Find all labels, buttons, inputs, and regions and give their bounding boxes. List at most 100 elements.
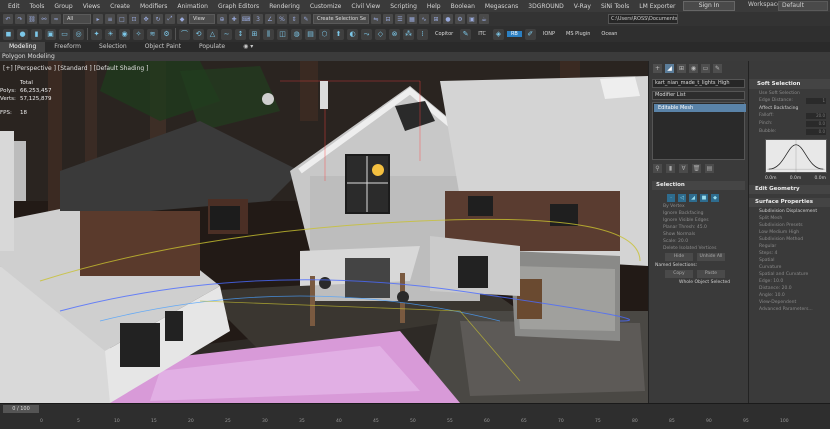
- menu-views[interactable]: Views: [78, 3, 105, 10]
- window-crossing-icon[interactable]: ⊡: [129, 14, 139, 24]
- polygon-icon[interactable]: ■: [700, 194, 708, 202]
- lathe-icon[interactable]: ◐: [347, 28, 358, 40]
- keyboard-shortcut-icon[interactable]: ⌨: [241, 14, 251, 24]
- place-icon[interactable]: ◆: [177, 14, 187, 24]
- soft-selection-param[interactable]: Use Soft Selection: [749, 89, 830, 96]
- hierarchy-tab-icon[interactable]: ⊞: [677, 64, 686, 73]
- surface-param[interactable]: View-Dependent: [749, 298, 830, 305]
- display-tab-icon[interactable]: ▭: [701, 64, 710, 73]
- surface-param[interactable]: Subdivision Presets: [749, 221, 830, 228]
- tab-populate[interactable]: Populate: [190, 42, 234, 52]
- delete-isolated-checkbox[interactable]: Delete Isolated Vertices: [649, 244, 748, 251]
- material-editor-icon[interactable]: ●: [443, 14, 453, 24]
- pivot-icon[interactable]: ⊕: [217, 14, 227, 24]
- ms-plugin-button[interactable]: MS Plugin: [562, 31, 594, 37]
- menu-v-ray[interactable]: V-Ray: [569, 3, 596, 10]
- modifier-list-dropdown[interactable]: Modifier List: [652, 91, 745, 100]
- menu-customize[interactable]: Customize: [305, 3, 347, 10]
- ignore-backfacing-checkbox[interactable]: Ignore Backfacing: [649, 209, 748, 216]
- systems-icon[interactable]: ⚙: [161, 28, 172, 40]
- create-geometry-icon[interactable]: ◼: [3, 28, 14, 40]
- param-value[interactable]: 1: [806, 98, 826, 104]
- symmetry-icon[interactable]: ⫼: [263, 28, 274, 40]
- shell-icon[interactable]: ◫: [277, 28, 288, 40]
- plane-icon[interactable]: ▭: [59, 28, 70, 40]
- surface-param[interactable]: Edge: 10.0: [749, 277, 830, 284]
- menu-graph-editors[interactable]: Graph Editors: [213, 3, 264, 10]
- surface-param[interactable]: Spatial: [749, 256, 830, 263]
- copitor-button[interactable]: Copitor: [431, 31, 457, 37]
- undo-icon[interactable]: ↶: [3, 14, 13, 24]
- sign-in-button[interactable]: Sign In: [683, 1, 735, 11]
- schematic-view-icon[interactable]: ⊞: [431, 14, 441, 24]
- cylinder-icon[interactable]: ▮: [31, 28, 42, 40]
- menu-tools[interactable]: Tools: [25, 3, 50, 10]
- helper-icon[interactable]: ✧: [133, 28, 144, 40]
- snap-icon[interactable]: 3: [253, 14, 263, 24]
- menu-help[interactable]: Help: [422, 3, 446, 10]
- itc-button[interactable]: ITC: [474, 31, 490, 37]
- percent-snap-icon[interactable]: %: [277, 14, 287, 24]
- remove-modifier-icon[interactable]: 🗑: [692, 164, 701, 173]
- planar-thresh-field[interactable]: Planar Thresh: 45.0: [649, 223, 748, 230]
- surface-param[interactable]: Distance: 20.0: [749, 284, 830, 291]
- spacewarp-icon[interactable]: ≋: [147, 28, 158, 40]
- param-value[interactable]: 0.0: [806, 129, 826, 135]
- ocean-button[interactable]: Ocean: [597, 31, 621, 37]
- selection-rollout-header[interactable]: Selection: [652, 181, 745, 190]
- menu-megascans[interactable]: Megascans: [480, 3, 523, 10]
- ignore-visible-edges-checkbox[interactable]: Ignore Visible Edges: [649, 216, 748, 223]
- soft-selection-param[interactable]: Bubble: 0.0: [749, 127, 830, 135]
- boolean-icon[interactable]: ⊗: [389, 28, 400, 40]
- rendered-frame-icon[interactable]: ▣: [467, 14, 477, 24]
- menu-create[interactable]: Create: [105, 3, 135, 10]
- ribbon-options-icon[interactable]: ◉ ▾: [234, 42, 262, 52]
- named-selection-sets[interactable]: Create Selection Se: [313, 14, 369, 24]
- surface-param[interactable]: Subdivision Method: [749, 235, 830, 242]
- tab-modeling[interactable]: Modeling: [0, 42, 46, 52]
- toggle-ribbon-icon[interactable]: ▦: [407, 14, 417, 24]
- time-slider[interactable]: 0 / 100: [3, 405, 39, 413]
- torus-icon[interactable]: ◎: [73, 28, 84, 40]
- angle-snap-icon[interactable]: ∠: [265, 14, 275, 24]
- menu-modifiers[interactable]: Modifiers: [135, 3, 172, 10]
- menu-animation[interactable]: Animation: [172, 3, 213, 10]
- perspective-viewport[interactable]: [+] [Perspective ] [Standard ] [Default …: [0, 61, 648, 403]
- menu-lm-exporter[interactable]: LM Exporter: [634, 3, 680, 10]
- menu-boolean[interactable]: Boolean: [446, 3, 480, 10]
- link-icon[interactable]: ⛓: [27, 14, 37, 24]
- tab-object-paint[interactable]: Object Paint: [136, 42, 190, 52]
- noise-icon[interactable]: ∼: [221, 28, 232, 40]
- render-setup-icon[interactable]: ⚙: [455, 14, 465, 24]
- redo-icon[interactable]: ↷: [15, 14, 25, 24]
- make-unique-icon[interactable]: ∀: [679, 164, 688, 173]
- edit-geometry-header[interactable]: Edit Geometry: [749, 185, 830, 194]
- ionp-button[interactable]: IONP: [539, 31, 559, 37]
- select-object-icon[interactable]: ▸: [93, 14, 103, 24]
- motion-tab-icon[interactable]: ◉: [689, 64, 698, 73]
- workspaces-dropdown[interactable]: Default: [778, 1, 828, 11]
- uvw-icon[interactable]: ▤: [305, 28, 316, 40]
- sphere-icon[interactable]: ●: [17, 28, 28, 40]
- edge-icon[interactable]: ◁: [678, 194, 686, 202]
- array-icon[interactable]: ⁞: [417, 28, 428, 40]
- edit-poly-icon[interactable]: ⬡: [319, 28, 330, 40]
- by-vertex-checkbox[interactable]: By Vertex: [649, 202, 748, 209]
- light-icon[interactable]: ☀: [105, 28, 116, 40]
- surface-param[interactable]: Angle: 10.0: [749, 291, 830, 298]
- surface-param[interactable]: Subdivision Displacement: [749, 207, 830, 214]
- select-manipulate-icon[interactable]: ✚: [229, 14, 239, 24]
- sweep-icon[interactable]: ⤳: [361, 28, 372, 40]
- render-production-icon[interactable]: ☕: [479, 14, 489, 24]
- tab-selection[interactable]: Selection: [90, 42, 136, 52]
- camera-icon[interactable]: ◉: [119, 28, 130, 40]
- select-by-name-icon[interactable]: ≡: [105, 14, 115, 24]
- modify-tab-icon[interactable]: ◢: [665, 64, 674, 73]
- surface-properties-header[interactable]: Surface Properties: [749, 198, 830, 207]
- extrude-icon[interactable]: ⬆: [333, 28, 344, 40]
- show-end-result-icon[interactable]: ▮: [666, 164, 675, 173]
- soft-selection-param[interactable]: Affect Backfacing: [749, 104, 830, 111]
- stretch-icon[interactable]: ↕: [235, 28, 246, 40]
- scatter-icon[interactable]: ⁂: [403, 28, 414, 40]
- modifier-stack[interactable]: Editable Mesh: [652, 102, 746, 160]
